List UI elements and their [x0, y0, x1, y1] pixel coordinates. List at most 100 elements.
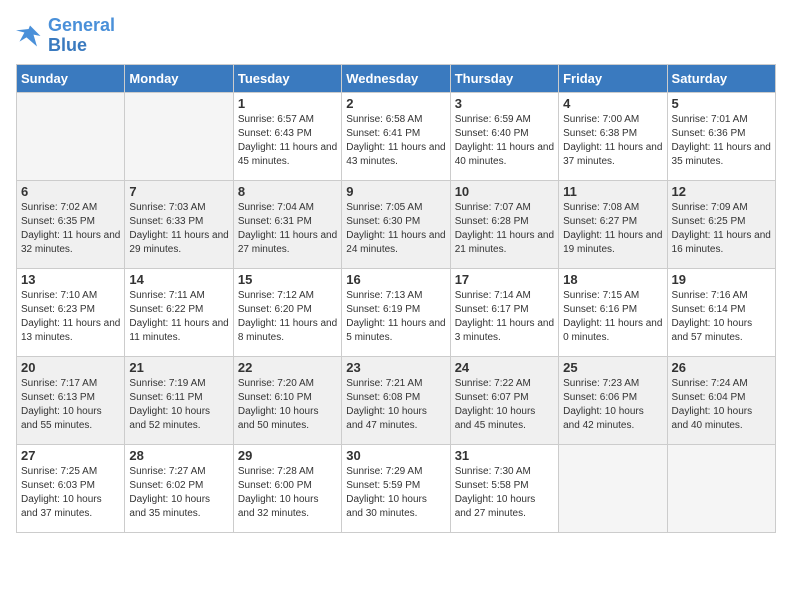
calendar-week-row: 1Sunrise: 6:57 AM Sunset: 6:43 PM Daylig… [17, 92, 776, 180]
day-info: Sunrise: 7:07 AM Sunset: 6:28 PM Dayligh… [455, 201, 554, 257]
day-header-saturday: Saturday [667, 64, 775, 92]
day-number: 19 [672, 272, 771, 287]
day-number: 9 [346, 184, 445, 199]
day-info: Sunrise: 7:28 AM Sunset: 6:00 PM Dayligh… [238, 465, 337, 521]
day-info: Sunrise: 7:14 AM Sunset: 6:17 PM Dayligh… [455, 289, 554, 345]
day-header-sunday: Sunday [17, 64, 125, 92]
calendar-day-cell: 23 Sunrise: 7:21 AM Sunset: 6:08 PM Dayli… [342, 356, 450, 444]
day-number: 4 [563, 96, 662, 111]
logo: General Blue [16, 16, 115, 56]
day-info: Sunrise: 7:17 AM Sunset: 6:13 PM Dayligh… [21, 377, 120, 433]
day-number: 18 [563, 272, 662, 287]
calendar-day-cell [17, 92, 125, 180]
calendar-week-row: 27 Sunrise: 7:25 AM Sunset: 6:03 PM Dayli… [17, 444, 776, 532]
day-number: 8 [238, 184, 337, 199]
calendar-day-cell: 9 Sunrise: 7:05 AM Sunset: 6:30 PM Daylig… [342, 180, 450, 268]
calendar-header-row: SundayMondayTuesdayWednesdayThursdayFrid… [17, 64, 776, 92]
calendar-day-cell: 11 Sunrise: 7:08 AM Sunset: 6:27 PM Dayli… [559, 180, 667, 268]
day-info: Sunrise: 7:24 AM Sunset: 6:04 PM Dayligh… [672, 377, 771, 433]
day-info: Sunrise: 6:58 AM Sunset: 6:41 PM Dayligh… [346, 113, 445, 169]
day-number: 12 [672, 184, 771, 199]
day-info: Sunrise: 6:57 AM Sunset: 6:43 PM Dayligh… [238, 113, 337, 169]
page-header: General Blue [16, 16, 776, 56]
calendar-day-cell: 22Sunrise: 7:20 AM Sunset: 6:10 PM Dayli… [233, 356, 341, 444]
calendar-day-cell: 27 Sunrise: 7:25 AM Sunset: 6:03 PM Dayli… [17, 444, 125, 532]
day-number: 17 [455, 272, 554, 287]
day-info: Sunrise: 7:30 AM Sunset: 5:58 PM Dayligh… [455, 465, 554, 521]
calendar-day-cell: 8 Sunrise: 7:04 AM Sunset: 6:31 PM Daylig… [233, 180, 341, 268]
day-number: 29 [238, 448, 337, 463]
logo-text: General Blue [48, 16, 115, 56]
calendar-day-cell: 31 Sunrise: 7:30 AM Sunset: 5:58 PM Dayli… [450, 444, 558, 532]
calendar-day-cell: 4 Sunrise: 7:00 AM Sunset: 6:38 PM Daylig… [559, 92, 667, 180]
day-header-wednesday: Wednesday [342, 64, 450, 92]
day-info: Sunrise: 7:16 AM Sunset: 6:14 PM Dayligh… [672, 289, 771, 345]
calendar-day-cell: 12Sunrise: 7:09 AM Sunset: 6:25 PM Dayli… [667, 180, 775, 268]
calendar-day-cell: 15 Sunrise: 7:12 AM Sunset: 6:20 PM Dayli… [233, 268, 341, 356]
calendar-day-cell: 19 Sunrise: 7:16 AM Sunset: 6:14 PM Dayli… [667, 268, 775, 356]
day-header-tuesday: Tuesday [233, 64, 341, 92]
calendar-week-row: 6 Sunrise: 7:02 AM Sunset: 6:35 PM Daylig… [17, 180, 776, 268]
day-number: 2 [346, 96, 445, 111]
day-number: 5 [672, 96, 771, 111]
day-header-thursday: Thursday [450, 64, 558, 92]
day-info: Sunrise: 7:05 AM Sunset: 6:30 PM Dayligh… [346, 201, 445, 257]
day-info: Sunrise: 7:08 AM Sunset: 6:27 PM Dayligh… [563, 201, 662, 257]
day-info: Sunrise: 6:59 AM Sunset: 6:40 PM Dayligh… [455, 113, 554, 169]
calendar-day-cell: 29 Sunrise: 7:28 AM Sunset: 6:00 PM Dayli… [233, 444, 341, 532]
day-info: Sunrise: 7:21 AM Sunset: 6:08 PM Dayligh… [346, 377, 445, 433]
day-info: Sunrise: 7:22 AM Sunset: 6:07 PM Dayligh… [455, 377, 554, 433]
calendar-week-row: 20Sunrise: 7:17 AM Sunset: 6:13 PM Dayli… [17, 356, 776, 444]
calendar-day-cell: 18 Sunrise: 7:15 AM Sunset: 6:16 PM Dayli… [559, 268, 667, 356]
calendar-day-cell: 1Sunrise: 6:57 AM Sunset: 6:43 PM Daylig… [233, 92, 341, 180]
day-number: 15 [238, 272, 337, 287]
calendar-day-cell: 21 Sunrise: 7:19 AM Sunset: 6:11 PM Dayli… [125, 356, 233, 444]
day-number: 11 [563, 184, 662, 199]
day-number: 21 [129, 360, 228, 375]
day-number: 27 [21, 448, 120, 463]
day-header-friday: Friday [559, 64, 667, 92]
day-info: Sunrise: 7:11 AM Sunset: 6:22 PM Dayligh… [129, 289, 228, 345]
day-info: Sunrise: 7:15 AM Sunset: 6:16 PM Dayligh… [563, 289, 662, 345]
day-info: Sunrise: 7:29 AM Sunset: 5:59 PM Dayligh… [346, 465, 445, 521]
day-info: Sunrise: 7:19 AM Sunset: 6:11 PM Dayligh… [129, 377, 228, 433]
calendar-day-cell: 7Sunrise: 7:03 AM Sunset: 6:33 PM Daylig… [125, 180, 233, 268]
day-number: 13 [21, 272, 120, 287]
calendar-day-cell [125, 92, 233, 180]
calendar-day-cell [559, 444, 667, 532]
day-info: Sunrise: 7:04 AM Sunset: 6:31 PM Dayligh… [238, 201, 337, 257]
day-info: Sunrise: 7:03 AM Sunset: 6:33 PM Dayligh… [129, 201, 228, 257]
calendar-table: SundayMondayTuesdayWednesdayThursdayFrid… [16, 64, 776, 533]
day-info: Sunrise: 7:10 AM Sunset: 6:23 PM Dayligh… [21, 289, 120, 345]
calendar-day-cell: 30Sunrise: 7:29 AM Sunset: 5:59 PM Dayli… [342, 444, 450, 532]
calendar-day-cell: 6 Sunrise: 7:02 AM Sunset: 6:35 PM Daylig… [17, 180, 125, 268]
day-number: 6 [21, 184, 120, 199]
day-info: Sunrise: 7:25 AM Sunset: 6:03 PM Dayligh… [21, 465, 120, 521]
day-info: Sunrise: 7:12 AM Sunset: 6:20 PM Dayligh… [238, 289, 337, 345]
day-number: 26 [672, 360, 771, 375]
day-info: Sunrise: 7:13 AM Sunset: 6:19 PM Dayligh… [346, 289, 445, 345]
day-header-monday: Monday [125, 64, 233, 92]
calendar-day-cell: 17 Sunrise: 7:14 AM Sunset: 6:17 PM Dayli… [450, 268, 558, 356]
day-number: 25 [563, 360, 662, 375]
calendar-day-cell: 3 Sunrise: 6:59 AM Sunset: 6:40 PM Daylig… [450, 92, 558, 180]
day-info: Sunrise: 7:02 AM Sunset: 6:35 PM Dayligh… [21, 201, 120, 257]
day-number: 16 [346, 272, 445, 287]
day-number: 28 [129, 448, 228, 463]
calendar-day-cell: 5 Sunrise: 7:01 AM Sunset: 6:36 PM Daylig… [667, 92, 775, 180]
day-info: Sunrise: 7:00 AM Sunset: 6:38 PM Dayligh… [563, 113, 662, 169]
calendar-day-cell: 26 Sunrise: 7:24 AM Sunset: 6:04 PM Dayli… [667, 356, 775, 444]
day-number: 3 [455, 96, 554, 111]
calendar-day-cell: 10Sunrise: 7:07 AM Sunset: 6:28 PM Dayli… [450, 180, 558, 268]
calendar-day-cell: 14Sunrise: 7:11 AM Sunset: 6:22 PM Dayli… [125, 268, 233, 356]
calendar-day-cell: 25 Sunrise: 7:23 AM Sunset: 6:06 PM Dayli… [559, 356, 667, 444]
day-info: Sunrise: 7:20 AM Sunset: 6:10 PM Dayligh… [238, 377, 337, 433]
calendar-day-cell: 24 Sunrise: 7:22 AM Sunset: 6:07 PM Dayli… [450, 356, 558, 444]
day-number: 31 [455, 448, 554, 463]
day-info: Sunrise: 7:01 AM Sunset: 6:36 PM Dayligh… [672, 113, 771, 169]
day-number: 23 [346, 360, 445, 375]
calendar-week-row: 13 Sunrise: 7:10 AM Sunset: 6:23 PM Dayli… [17, 268, 776, 356]
calendar-day-cell [667, 444, 775, 532]
day-number: 24 [455, 360, 554, 375]
day-info: Sunrise: 7:23 AM Sunset: 6:06 PM Dayligh… [563, 377, 662, 433]
